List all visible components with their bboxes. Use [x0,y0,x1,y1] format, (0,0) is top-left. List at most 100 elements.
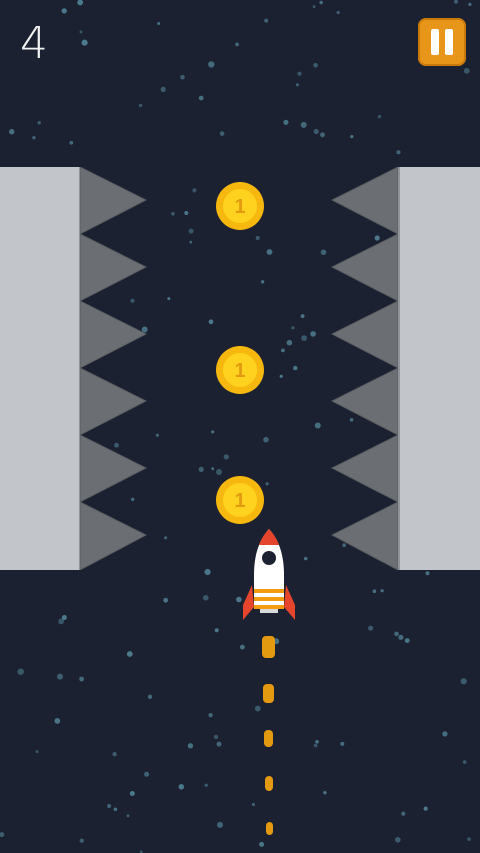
star [254,705,261,712]
star [313,63,318,68]
star [314,422,321,429]
star [259,841,265,847]
right-spikes [331,167,398,570]
star [32,136,36,140]
star [77,0,84,6]
score-counter: 4 [20,18,48,69]
right-wall [398,167,480,570]
star [395,837,401,843]
star [208,713,213,718]
star [81,39,88,46]
star [157,22,161,25]
star [214,628,219,633]
star [217,821,223,828]
star [295,83,299,87]
star [0,832,5,838]
star [213,734,219,740]
star [463,67,470,74]
star [219,131,225,136]
star [336,10,340,15]
star [468,2,472,6]
star [192,188,197,193]
star [171,212,175,216]
star [255,236,260,240]
star [198,95,204,101]
star [126,651,133,657]
star [304,556,308,561]
star [147,694,153,699]
star [61,8,67,14]
star [467,837,471,841]
star [204,783,208,787]
star [396,150,401,155]
exhaust-flame [265,776,273,791]
star [180,74,185,80]
star [113,807,118,812]
star [61,615,67,620]
star [223,454,229,460]
star [9,129,15,135]
star [263,436,269,443]
star [313,743,318,748]
star [187,743,194,749]
star [368,625,374,631]
star [188,228,194,234]
star [178,784,185,790]
coin-label: 1 [234,490,245,512]
star [312,5,316,8]
star [235,42,240,47]
star [208,319,214,325]
star [216,741,222,747]
star [184,211,189,215]
star [251,802,256,807]
left-spikes [80,167,147,570]
star [401,811,406,816]
left-wall [0,167,81,570]
star [79,676,84,682]
star [300,121,307,128]
star [301,335,307,341]
exhaust-flame [262,636,275,658]
star [310,331,316,337]
star [279,374,283,378]
star [297,71,302,76]
star [291,326,295,330]
star [211,430,215,434]
star [372,589,377,593]
star [394,631,399,637]
rocket-icon [243,529,295,620]
star [350,135,354,139]
star [462,760,467,764]
exhaust-flame [264,730,273,747]
pause-button[interactable] [418,18,466,66]
star [79,30,83,34]
star [240,644,245,650]
star [126,814,130,818]
star [293,365,298,371]
pause-icon [431,29,439,55]
gold-coin: 1 [216,182,264,230]
star [425,571,430,576]
star [139,103,143,108]
star [167,297,171,301]
star [203,595,209,601]
gold-coin: 1 [216,476,264,524]
star [107,804,112,808]
star [211,467,215,471]
coin-label: 1 [234,360,245,382]
star [198,466,204,472]
star [266,249,273,255]
star [398,634,404,640]
star [160,86,166,92]
star [377,114,382,119]
star [313,128,319,135]
star [319,0,324,5]
star [283,119,289,125]
star [208,61,215,68]
star [423,806,428,811]
star [37,121,41,125]
star [320,249,327,256]
star [129,791,135,796]
star [260,280,265,284]
star [264,18,269,23]
